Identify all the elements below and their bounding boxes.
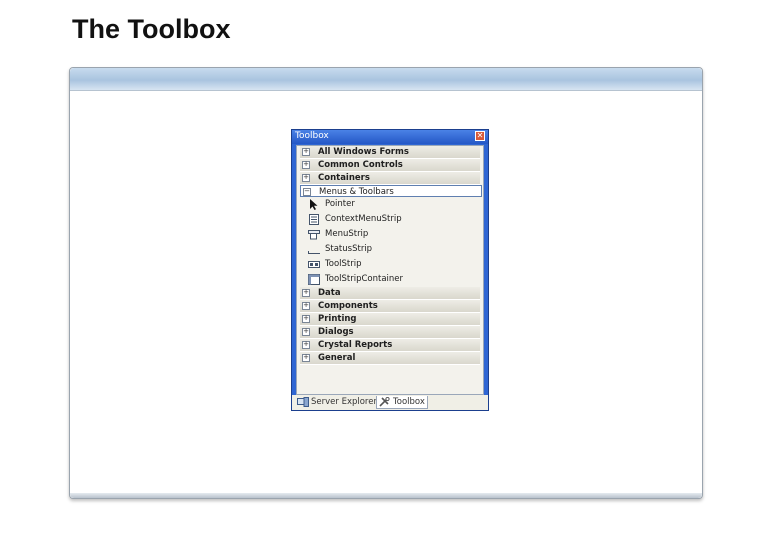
expand-icon[interactable]: +	[302, 341, 310, 349]
toolbox-item-pointer[interactable]: Pointer	[300, 197, 480, 212]
category-label: Components	[318, 301, 378, 311]
item-label: ToolStrip	[325, 259, 362, 269]
category-crystal-reports[interactable]: + Crystal Reports	[300, 339, 480, 352]
expand-icon[interactable]: +	[302, 148, 310, 156]
tool-strip-container-icon	[308, 274, 320, 285]
category-menus-toolbars[interactable]: − Menus & Toolbars	[300, 185, 482, 197]
category-label: Menus & Toolbars	[319, 187, 394, 197]
expand-icon[interactable]: +	[302, 174, 310, 182]
category-label: Crystal Reports	[318, 340, 393, 350]
category-data[interactable]: + Data	[300, 287, 480, 300]
category-components[interactable]: + Components	[300, 300, 480, 313]
item-label: StatusStrip	[325, 244, 373, 254]
expand-icon[interactable]: +	[302, 328, 310, 336]
category-label: Common Controls	[318, 160, 403, 170]
expand-icon[interactable]: +	[302, 354, 310, 362]
tab-server-explorer[interactable]: Server Explorer	[295, 396, 377, 409]
toolbox-window: Toolbox ✕ + All Windows Forms + Common C…	[291, 129, 489, 411]
close-icon[interactable]: ✕	[475, 131, 485, 141]
category-general[interactable]: + General	[300, 352, 480, 365]
expand-icon[interactable]: +	[302, 315, 310, 323]
tab-label: Server Explorer	[311, 397, 377, 407]
item-label: ToolStripContainer	[325, 274, 404, 284]
item-label: Pointer	[325, 199, 355, 209]
category-printing[interactable]: + Printing	[300, 313, 480, 326]
category-all-windows-forms[interactable]: + All Windows Forms	[300, 146, 480, 159]
toolbox-item-menustrip[interactable]: MenuStrip	[300, 227, 480, 242]
category-label: Dialogs	[318, 327, 354, 337]
category-label: All Windows Forms	[318, 147, 409, 157]
toolbox-icon	[379, 397, 390, 407]
category-label: Printing	[318, 314, 357, 324]
frame-header-bar	[70, 68, 702, 91]
category-containers[interactable]: + Containers	[300, 172, 480, 185]
category-common-controls[interactable]: + Common Controls	[300, 159, 480, 172]
toolbox-item-toolstrip[interactable]: ToolStrip	[300, 257, 480, 272]
item-label: ContextMenuStrip	[325, 214, 402, 224]
expand-icon[interactable]: +	[302, 289, 310, 297]
context-menu-strip-icon	[309, 214, 319, 225]
expand-icon[interactable]: +	[302, 161, 310, 169]
category-label: Containers	[318, 173, 370, 183]
frame-footer-bar	[70, 493, 702, 498]
toolbox-titlebar[interactable]: Toolbox ✕	[292, 130, 488, 144]
status-strip-icon	[308, 251, 320, 254]
toolbox-tab-strip: Server Explorer Toolbox	[292, 395, 488, 410]
toolbox-item-toolstripcontainer[interactable]: ToolStripContainer	[300, 272, 480, 287]
tab-toolbox[interactable]: Toolbox	[376, 396, 428, 409]
item-label: MenuStrip	[325, 229, 369, 239]
toolbox-item-statusstrip[interactable]: StatusStrip	[300, 242, 480, 257]
collapse-icon[interactable]: −	[303, 188, 311, 196]
toolbox-title: Toolbox	[295, 131, 329, 141]
toolbox-item-contextmenustrip[interactable]: ContextMenuStrip	[300, 212, 480, 227]
server-explorer-icon	[297, 397, 309, 407]
category-label: General	[318, 353, 356, 363]
pointer-icon	[310, 199, 318, 210]
category-label: Data	[318, 288, 341, 298]
toolbox-panel: + All Windows Forms + Common Controls + …	[296, 145, 484, 395]
tool-strip-icon	[308, 261, 320, 268]
category-dialogs[interactable]: + Dialogs	[300, 326, 480, 339]
expand-icon[interactable]: +	[302, 302, 310, 310]
slide-title: The Toolbox	[72, 14, 231, 44]
menu-strip-icon	[308, 230, 320, 240]
tab-label: Toolbox	[393, 397, 425, 407]
